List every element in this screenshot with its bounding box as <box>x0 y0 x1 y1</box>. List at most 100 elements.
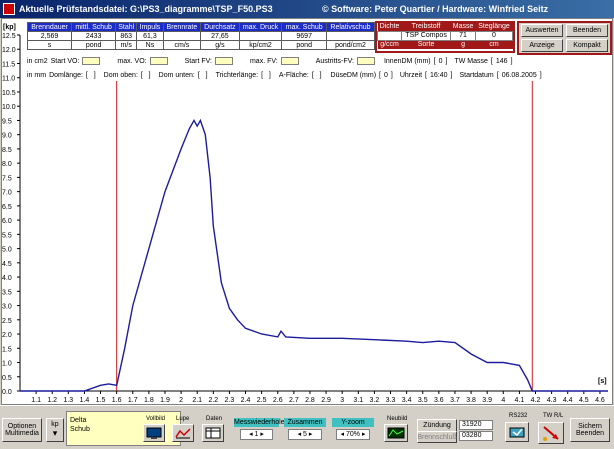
counter-readout-2: 03280 <box>459 431 493 441</box>
x-tick-label: 2.2 <box>208 397 218 404</box>
results-header-cell: Brenndauer <box>26 22 73 32</box>
austritts-fv-label: Austritts-FV: <box>315 57 354 65</box>
x-tick-label: 4.1 <box>515 397 525 404</box>
duesen-dm-value[interactable]: 0 <box>384 72 388 79</box>
max-vo-label: max. VO: <box>117 57 147 65</box>
x-tick-label: 1.1 <box>31 397 41 404</box>
y-tick-label: 11.5 <box>2 61 15 68</box>
y-tick-label: 12.0 <box>2 47 16 54</box>
results-value-cell: 27,65 <box>200 31 240 41</box>
x-tick-label: 4.4 <box>563 397 573 404</box>
brennschluss-button[interactable]: Brennschluß <box>417 431 457 443</box>
beenden-label: Beenden <box>575 430 605 437</box>
counter-readout-1: 31920 <box>459 420 493 430</box>
optionen-label: Optionen <box>7 423 37 430</box>
x-tick-label: 4.2 <box>531 397 541 404</box>
start-fv-field[interactable] <box>214 57 233 65</box>
max-vo-field[interactable] <box>149 57 168 65</box>
monitor-icon <box>146 427 162 439</box>
start-vo-label: Start VO: <box>50 57 80 65</box>
dom-oben-label: Dom oben: <box>103 71 138 79</box>
table-icon <box>205 427 221 439</box>
dom-unten-field[interactable]: [ ] <box>198 72 208 79</box>
y-tick-label: 6.0 <box>2 218 12 225</box>
dom-laenge-field[interactable]: [ ] <box>86 72 96 79</box>
austritts-fv-field[interactable] <box>356 57 375 65</box>
results-value-cell <box>325 31 376 41</box>
y-tick-label: 2.5 <box>2 318 12 325</box>
innen-dm-value[interactable]: 0 <box>439 58 443 65</box>
results-unit-cell: pond <box>281 40 327 50</box>
brennschluss-label: Brennschluß <box>417 433 457 441</box>
x-tick-label: 2.1 <box>192 397 202 404</box>
a-flaeche-field[interactable]: [ ] <box>312 72 322 79</box>
a-flaeche-label: A-Fläche: <box>278 71 309 79</box>
x-tick-label: 4 <box>501 397 505 404</box>
y-zoom-spinner[interactable]: ◂ 70% ▸ <box>336 429 370 440</box>
fuel-unit-cell: g/ccm <box>377 40 402 49</box>
kompakt-button[interactable]: Kompakt <box>566 39 608 52</box>
schub-label: Schub <box>70 426 90 433</box>
results-value-cell: 2,569 <box>26 31 73 41</box>
fuel-value-cell: TSP Compos <box>401 30 452 41</box>
vollbild-button[interactable] <box>143 424 165 442</box>
multimedia-label: Multimedia <box>5 430 39 437</box>
results-unit-cell: cm/s <box>162 40 202 50</box>
y-zoom-value: 70% <box>345 431 360 438</box>
y-tick-label: 7.0 <box>2 190 12 197</box>
tw-masse-label: TW Masse <box>454 57 488 65</box>
start-fv-label: Start FV: <box>184 57 212 65</box>
x-tick-label: 1.2 <box>47 397 57 404</box>
tw-masse-value[interactable]: 146 <box>496 58 508 65</box>
geometry-row-2: in mm Domlänge: [ ] Dom oben: [ ] Dom un… <box>27 71 542 79</box>
fuel-value-cell <box>376 30 403 41</box>
dom-oben-field[interactable]: [ ] <box>141 72 151 79</box>
results-unit-cell: g/s <box>200 40 240 50</box>
trichter-label: Trichterlänge: <box>215 71 259 79</box>
y-tick-label: 8.0 <box>2 161 12 168</box>
zusammen-spinner[interactable]: ◂ 5 ▸ <box>288 429 322 440</box>
x-tick-label: 2.7 <box>289 397 299 404</box>
neubild-label: Neubild <box>387 416 408 422</box>
results-value-cell: 863 <box>115 31 138 41</box>
trichter-field[interactable]: [ ] <box>261 72 271 79</box>
messwiederholen-spinner[interactable]: ◂ 1 ▸ <box>240 429 273 440</box>
optionen-button[interactable]: Optionen Multimedia <box>2 418 42 442</box>
y-tick-label: 3.0 <box>2 304 12 311</box>
daten-button[interactable] <box>202 424 224 442</box>
duesen-dm-label: DüseDM (mm) <box>330 71 377 79</box>
tw-rl-button[interactable] <box>538 422 564 444</box>
fuel-header-cell: Masse <box>450 22 476 31</box>
x-tick-label: 1.3 <box>63 397 73 404</box>
x-tick-label: 3.4 <box>402 397 412 404</box>
rs232-button[interactable] <box>505 422 529 442</box>
uhrzeit-value: 16:40 <box>430 71 448 79</box>
anzeige-button[interactable]: Anzeige <box>521 39 563 52</box>
y-tick-label: 1.5 <box>2 346 12 353</box>
x-tick-label: 4.5 <box>579 397 589 404</box>
sichern-label: Sichern <box>578 423 602 430</box>
auswerten-button[interactable]: Auswerten <box>521 24 563 37</box>
startdatum-label: Startdatum <box>459 71 494 79</box>
beenden-button[interactable]: Beenden <box>566 24 608 37</box>
results-value-cell: 61,3 <box>136 31 164 41</box>
lupe-button[interactable] <box>172 424 194 442</box>
neubild-button[interactable] <box>384 424 408 442</box>
unit-kp-button[interactable]: kp ▾ <box>46 418 64 442</box>
fuel-unit-cell: g <box>450 40 476 49</box>
x-tick-label: 1.7 <box>128 397 138 404</box>
max-fv-field[interactable] <box>280 57 299 65</box>
x-tick-label: 2 <box>179 397 183 404</box>
results-header-cell: Stahl <box>115 22 138 32</box>
sichern-beenden-button[interactable]: Sichern Beenden <box>570 418 610 442</box>
x-tick-label: 3 <box>340 397 344 404</box>
x-tick-label: 3.9 <box>482 397 492 404</box>
results-header-cell: max. Schub <box>281 22 327 32</box>
start-vo-field[interactable] <box>82 57 101 65</box>
results-unit-cell: s <box>26 40 73 50</box>
results-value-cell: 9697 <box>281 31 327 41</box>
zoom-chart-icon <box>175 428 191 439</box>
results-header-cell: Durchsatz <box>200 22 240 32</box>
y-tick-label: 12.5 <box>2 33 16 40</box>
results-value-cell: 2433 <box>71 31 117 41</box>
